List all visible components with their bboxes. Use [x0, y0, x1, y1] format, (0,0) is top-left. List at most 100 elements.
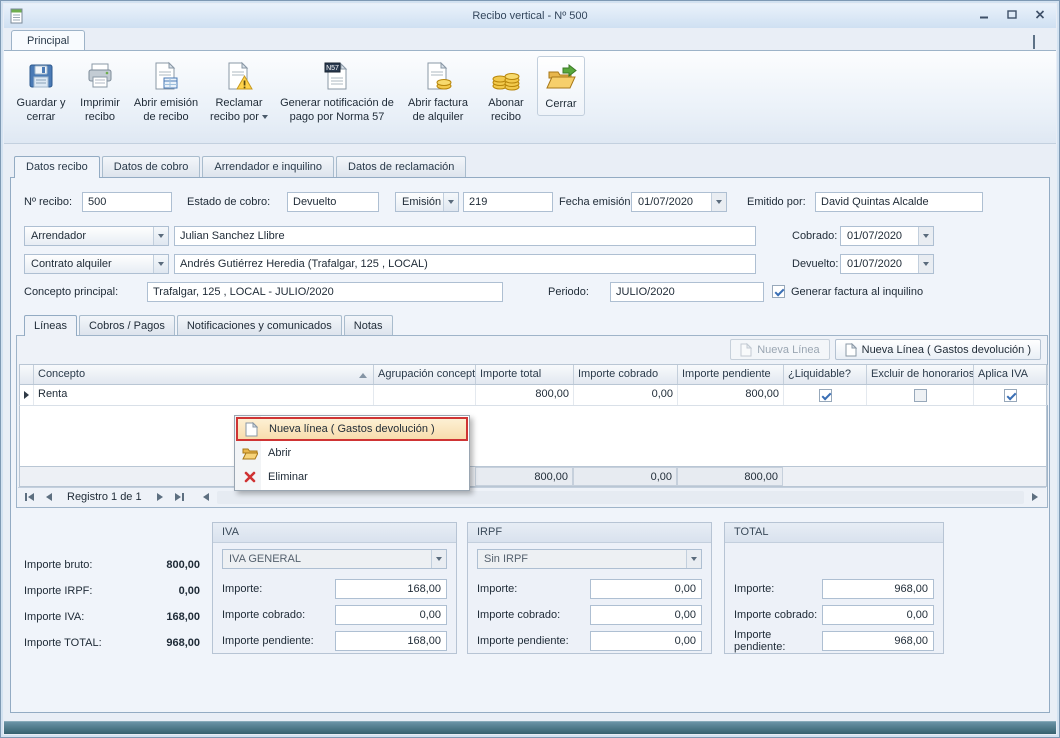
- importe-iva-row: Importe IVA: 168,00: [24, 608, 200, 626]
- cell-importe-cobrado[interactable]: 0,00: [574, 385, 678, 405]
- column-header-importe-total[interactable]: Importe total: [476, 365, 574, 384]
- ribbon-collapse-button[interactable]: [1033, 37, 1042, 46]
- column-header-agrupacion[interactable]: Agrupación concepto: [374, 365, 476, 384]
- liquidable-checkbox[interactable]: [819, 389, 832, 402]
- nav-next-button[interactable]: [152, 490, 168, 504]
- iva-groupbox: IVA IVA GENERAL Importe:168,00 Importe c…: [212, 522, 457, 654]
- fecha-emision-input[interactable]: 01/07/2020: [631, 192, 727, 212]
- cobrado-date-input[interactable]: 01/07/2020: [840, 226, 934, 246]
- iva-cobrado-value[interactable]: 0,00: [335, 605, 447, 625]
- norma57-label: Generar notificación de pago por Norma 5…: [280, 97, 394, 123]
- cerrar-button[interactable]: Cerrar: [537, 56, 585, 116]
- cell-liquidable: [784, 385, 867, 405]
- new-line-label: Nueva Línea: [757, 344, 819, 356]
- grid-summary-row: 800,00 0,00 800,00: [19, 466, 1047, 487]
- tab-datos-recibo[interactable]: Datos recibo: [14, 156, 100, 178]
- scroll-right-button[interactable]: [1027, 490, 1043, 504]
- concepto-principal-label: Concepto principal:: [24, 282, 118, 302]
- cell-importe-total[interactable]: 800,00: [476, 385, 574, 405]
- irpf-group-title: IRPF: [468, 523, 711, 543]
- iva-pendiente-value[interactable]: 168,00: [335, 631, 447, 651]
- context-menu-item-abrir[interactable]: Abrir: [236, 441, 468, 465]
- close-button[interactable]: [1034, 9, 1046, 20]
- reclaim-receipt-button[interactable]: Reclamar recibo por: [205, 56, 273, 129]
- irpf-groupbox: IRPF Sin IRPF Importe:0,00 Importe cobra…: [467, 522, 712, 654]
- total-cobrado-value[interactable]: 0,00: [822, 605, 934, 625]
- arrendador-input[interactable]: Julian Sanchez Llibre: [174, 226, 756, 246]
- column-header-excluir-honorarios[interactable]: Excluir de honorarios: [867, 365, 974, 384]
- arrendador-combo[interactable]: Arrendador: [24, 226, 169, 246]
- table-row[interactable]: Renta 800,00 0,00 800,00: [19, 385, 1047, 406]
- irpf-pendiente-value[interactable]: 0,00: [590, 631, 702, 651]
- total-pendiente-value[interactable]: 968,00: [822, 631, 934, 651]
- periodo-input[interactable]: JULIO/2020: [610, 282, 764, 302]
- open-invoice-button[interactable]: Abrir factura de alquiler: [401, 56, 475, 129]
- new-line-button[interactable]: Nueva Línea: [730, 339, 829, 360]
- importe-irpf-row: Importe IRPF: 0,00: [24, 582, 200, 600]
- chevron-down-icon: [153, 255, 168, 273]
- aplica-iva-checkbox[interactable]: [1004, 389, 1017, 402]
- credit-receipt-button[interactable]: Abonar recibo: [478, 56, 534, 129]
- estado-cobro-label: Estado de cobro:: [187, 192, 270, 212]
- nav-first-button[interactable]: [21, 490, 37, 504]
- minimize-button[interactable]: [978, 9, 990, 20]
- excluir-honorarios-checkbox[interactable]: [914, 389, 927, 402]
- column-header-liquidable[interactable]: ¿Liquidable?: [784, 365, 867, 384]
- contrato-alquiler-combo[interactable]: Contrato alquiler: [24, 254, 169, 274]
- irpf-importe-label: Importe:: [477, 583, 517, 595]
- scroll-left-button[interactable]: [198, 490, 214, 504]
- tab-notas[interactable]: Notas: [344, 315, 393, 335]
- column-header-concepto[interactable]: Concepto: [34, 365, 374, 384]
- nav-last-button[interactable]: [172, 490, 188, 504]
- cell-agrupacion[interactable]: [374, 385, 476, 405]
- tab-notificaciones[interactable]: Notificaciones y comunicados: [177, 315, 342, 335]
- save-close-button[interactable]: Guardar y cerrar: [12, 56, 70, 129]
- tab-datos-reclamacion[interactable]: Datos de reclamación: [336, 156, 466, 177]
- cell-importe-pendiente[interactable]: 800,00: [678, 385, 784, 405]
- tab-arrendador-inquilino[interactable]: Arrendador e inquilino: [202, 156, 334, 177]
- irpf-cobrado-value[interactable]: 0,00: [590, 605, 702, 625]
- chevron-down-icon: [918, 255, 933, 273]
- new-document-icon: [240, 422, 262, 437]
- open-emission-button[interactable]: Abrir emisión de recibo: [130, 56, 202, 129]
- maximize-button[interactable]: [1006, 9, 1018, 20]
- total-importe-value[interactable]: 968,00: [822, 579, 934, 599]
- nav-prev-button[interactable]: [41, 490, 57, 504]
- column-header-importe-cobrado[interactable]: Importe cobrado: [574, 365, 678, 384]
- concepto-principal-input[interactable]: Trafalgar, 125 , LOCAL - JULIO/2020: [147, 282, 503, 302]
- cell-excluir-honorarios: [867, 385, 974, 405]
- irpf-type-combo[interactable]: Sin IRPF: [477, 549, 702, 569]
- iva-type-combo[interactable]: IVA GENERAL: [222, 549, 447, 569]
- iva-importe-value[interactable]: 168,00: [335, 579, 447, 599]
- context-menu-item-eliminar[interactable]: Eliminar: [236, 465, 468, 489]
- ribbon-toolbar: Guardar y cerrar Imprimir recibo Abrir e…: [4, 50, 1056, 144]
- generar-factura-checkbox[interactable]: [772, 285, 785, 298]
- sort-ascending-icon: [359, 373, 367, 378]
- print-receipt-button[interactable]: Imprimir recibo: [73, 56, 127, 129]
- num-recibo-input[interactable]: 500: [82, 192, 172, 212]
- irpf-importe-value[interactable]: 0,00: [590, 579, 702, 599]
- total-pendiente-label: Importe pendiente:: [734, 629, 822, 653]
- tab-cobros-pagos[interactable]: Cobros / Pagos: [79, 315, 175, 335]
- emision-number-input[interactable]: 219: [463, 192, 553, 212]
- chevron-down-icon: [431, 550, 446, 568]
- tab-lineas[interactable]: Líneas: [24, 315, 77, 336]
- estado-cobro-input[interactable]: Devuelto: [287, 192, 379, 212]
- emitido-por-input[interactable]: David Quintas Alcalde: [815, 192, 983, 212]
- context-menu-label: Nueva línea ( Gastos devolución ): [269, 423, 435, 435]
- norma57-notification-button[interactable]: N57 Generar notificación de pago por Nor…: [276, 56, 398, 129]
- context-menu-label: Abrir: [268, 447, 291, 459]
- ribbon-tab-principal[interactable]: Principal: [11, 30, 85, 51]
- emision-combo[interactable]: Emisión: [395, 192, 459, 212]
- cell-concepto[interactable]: Renta: [34, 385, 374, 405]
- scrollbar-track[interactable]: [217, 491, 1024, 504]
- column-header-aplica-iva[interactable]: Aplica IVA: [974, 365, 1048, 384]
- new-line-gastos-button[interactable]: Nueva Línea ( Gastos devolución ): [835, 339, 1041, 360]
- window-title: Recibo vertical - Nº 500: [4, 10, 1056, 22]
- contrato-alquiler-input[interactable]: Andrés Gutiérrez Heredia (Trafalgar, 125…: [174, 254, 756, 274]
- horizontal-scrollbar[interactable]: [198, 490, 1043, 505]
- devuelto-date-input[interactable]: 01/07/2020: [840, 254, 934, 274]
- column-header-importe-pendiente[interactable]: Importe pendiente: [678, 365, 784, 384]
- tab-datos-de-cobro[interactable]: Datos de cobro: [102, 156, 201, 177]
- context-menu-item-nueva-linea[interactable]: Nueva línea ( Gastos devolución ): [236, 417, 468, 441]
